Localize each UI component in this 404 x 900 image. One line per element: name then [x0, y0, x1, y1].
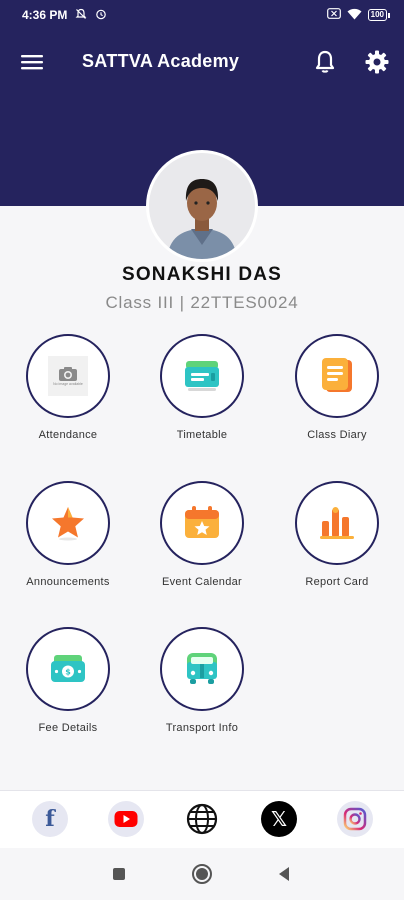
- alarm-icon: [95, 8, 107, 23]
- student-avatar[interactable]: [146, 150, 258, 262]
- class-diary-tile[interactable]: Class Diary: [272, 334, 402, 441]
- announcements-label: Announcements: [26, 576, 110, 588]
- recent-apps-icon[interactable]: [107, 862, 131, 886]
- facebook-icon[interactable]: f: [32, 801, 68, 837]
- close-box-icon: [326, 8, 341, 22]
- event-calendar-tile[interactable]: Event Calendar: [137, 481, 267, 588]
- student-class-id: Class III | 22TTES0024: [105, 293, 299, 312]
- report-card-tile[interactable]: Report Card: [272, 481, 402, 588]
- home-icon[interactable]: [190, 862, 214, 886]
- attendance-icon: No image available: [26, 334, 110, 418]
- fee-details-tile[interactable]: $ Fee Details: [3, 627, 133, 734]
- website-globe-icon[interactable]: [184, 801, 220, 837]
- silent-icon: [75, 8, 87, 23]
- bar-chart-icon: [295, 481, 379, 565]
- attendance-tile[interactable]: No image available Attendance: [3, 334, 133, 441]
- timetable-tile[interactable]: Timetable: [137, 334, 267, 441]
- status-bar: 4:36 PM 100: [0, 0, 404, 30]
- report-card-label: Report Card: [305, 576, 369, 588]
- fee-details-label: Fee Details: [38, 722, 98, 734]
- bell-icon[interactable]: [312, 49, 338, 75]
- star-icon: [26, 481, 110, 565]
- class-diary-label: Class Diary: [307, 429, 367, 441]
- hamburger-menu-icon[interactable]: [20, 50, 44, 74]
- app-title: SATTVA Academy: [82, 51, 240, 71]
- app-bar: SATTVA Academy: [0, 30, 404, 94]
- money-wallet-icon: $: [26, 627, 110, 711]
- event-calendar-label: Event Calendar: [161, 576, 243, 588]
- announcements-tile[interactable]: Announcements: [3, 481, 133, 588]
- gear-icon[interactable]: [364, 49, 390, 75]
- ticket-card-icon: [160, 334, 244, 418]
- bus-icon: [160, 627, 244, 711]
- student-name: SONAKSHI DAS: [121, 264, 283, 285]
- youtube-icon[interactable]: [108, 801, 144, 837]
- battery-icon: 100: [367, 9, 390, 21]
- status-time: 4:36 PM: [22, 8, 68, 22]
- instagram-icon[interactable]: [337, 801, 373, 837]
- transport-info-label: Transport Info: [165, 722, 239, 734]
- wifi-icon: [347, 8, 362, 23]
- social-links-bar: f 𝕏: [0, 790, 404, 848]
- back-icon[interactable]: [272, 862, 296, 886]
- svg-text:$: $: [65, 668, 71, 677]
- diary-notes-icon: [295, 334, 379, 418]
- timetable-label: Timetable: [176, 429, 228, 441]
- system-navigation-bar: [0, 848, 404, 900]
- attendance-label: Attendance: [38, 429, 98, 441]
- calendar-star-icon: [160, 481, 244, 565]
- transport-info-tile[interactable]: Transport Info: [137, 627, 267, 734]
- x-twitter-icon[interactable]: 𝕏: [261, 801, 297, 837]
